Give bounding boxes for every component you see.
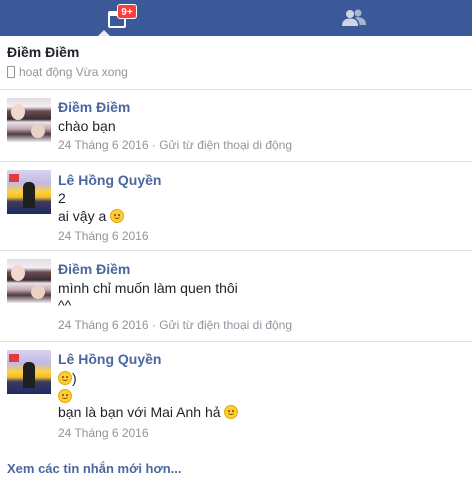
message-text: 2: [58, 190, 66, 206]
message-item: Điềm Điềm mình chỉ muốn làm quen thôi ^^…: [0, 251, 472, 341]
message-item: Lê Hồng Quyền 2 ai vậy a 24 Tháng 6 2016: [0, 162, 472, 250]
sender-name[interactable]: Lê Hồng Quyền: [58, 351, 161, 367]
sender-name[interactable]: Lê Hồng Quyền: [58, 172, 161, 188]
friends-icon: [342, 9, 366, 26]
message-text-line: bạn là bạn với Mai Anh hả: [58, 404, 239, 420]
message-text-line: ): [58, 370, 77, 386]
avatar[interactable]: [7, 350, 51, 394]
message-item: Lê Hồng Quyền ) bạn là bạn với Mai Anh h…: [0, 342, 472, 452]
see-newer-messages-link[interactable]: Xem các tin nhắn mới hơn...: [7, 461, 182, 476]
mobile-phone-icon: [7, 66, 15, 78]
message-source: Gửi từ điện thoại di động: [159, 318, 293, 332]
message-meta: 24 Tháng 6 2016 · Gửi từ điện thoại di đ…: [58, 138, 292, 152]
message-date: 24 Tháng 6 2016: [58, 229, 149, 243]
message-meta: 24 Tháng 6 2016: [58, 426, 149, 440]
smiley-emoji-icon: [110, 209, 125, 223]
message-text: chào bạn: [58, 118, 116, 134]
message-source: Gửi từ điện thoại di động: [159, 138, 293, 152]
message-text: ): [72, 370, 77, 386]
friends-tab[interactable]: [236, 0, 472, 36]
activity-status: hoạt động Vừa xong: [7, 65, 128, 79]
conversation-title[interactable]: Điềm Điềm: [7, 44, 79, 60]
message-text: bạn là bạn với Mai Anh hả: [58, 404, 221, 420]
conversation-header: Điềm Điềm hoạt động Vừa xong: [0, 36, 472, 89]
avatar[interactable]: [7, 259, 51, 303]
message-text: ai vậy a: [58, 208, 107, 224]
message-date: 24 Tháng 6 2016: [58, 318, 149, 332]
notification-badge: 9+: [117, 4, 137, 19]
message-meta: 24 Tháng 6 2016 · Gửi từ điện thoại di đ…: [58, 318, 292, 332]
meta-separator: ·: [148, 318, 160, 332]
smiley-emoji-icon: [224, 405, 239, 419]
sender-name[interactable]: Điềm Điềm: [58, 99, 130, 115]
avatar[interactable]: [7, 98, 51, 142]
message-item: Điềm Điềm chào bạn 24 Tháng 6 2016 · Gửi…: [0, 90, 472, 162]
activity-status-text: hoạt động Vừa xong: [19, 65, 128, 79]
message-date: 24 Tháng 6 2016: [58, 426, 149, 440]
message-date: 24 Tháng 6 2016: [58, 138, 149, 152]
message-meta: 24 Tháng 6 2016: [58, 229, 149, 243]
smiley-emoji-icon: [58, 371, 72, 385]
smiley-emoji-icon: [58, 389, 72, 403]
avatar[interactable]: [7, 170, 51, 214]
message-text-line: ai vậy a: [58, 208, 125, 224]
message-text: ^^: [58, 297, 72, 313]
sender-name[interactable]: Điềm Điềm: [58, 261, 130, 277]
messages-tab[interactable]: 9+: [0, 0, 236, 36]
meta-separator: ·: [148, 138, 160, 152]
top-navigation-bar: 9+: [0, 0, 472, 36]
calendar-messages-icon: 9+: [108, 4, 137, 28]
message-text: mình chỉ muốn làm quen thôi: [58, 280, 238, 296]
message-text-line: [58, 388, 72, 404]
